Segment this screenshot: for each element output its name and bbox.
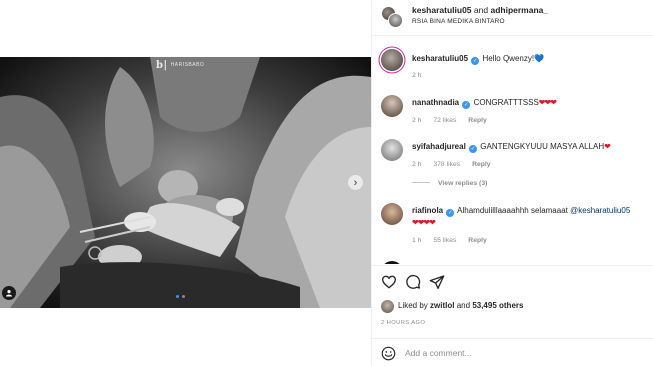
- person-tag-icon: [6, 290, 12, 297]
- heart-icon[interactable]: [381, 274, 397, 290]
- post-photo[interactable]: [0, 57, 371, 308]
- reply-button[interactable]: Reply: [472, 161, 491, 168]
- watermark-logo-glyph: b|: [156, 59, 168, 71]
- media-pane: b| HARISBABO ›: [0, 0, 371, 366]
- comment-time: 2 h: [412, 161, 422, 168]
- comment-meta: 2 h 72 likes Reply: [412, 117, 497, 124]
- comment-body: syifahadjureal ✓ GANTENGKYUUU MASYA ALLA…: [412, 141, 646, 153]
- avatar[interactable]: [381, 49, 403, 71]
- view-replies-label: View replies (3): [438, 180, 488, 187]
- carousel-dot: [182, 295, 185, 298]
- post-header: kesharatuliu05 and adhipermana_ RSIA BIN…: [372, 0, 653, 36]
- share-icon[interactable]: [429, 274, 445, 290]
- carousel-indicator: [176, 295, 185, 298]
- avatar[interactable]: [381, 203, 403, 225]
- view-replies-button[interactable]: View replies (3): [412, 180, 487, 187]
- reply-button[interactable]: Reply: [468, 117, 487, 124]
- comment-text: CONGRATTTSSS: [473, 98, 539, 107]
- avatar[interactable]: [381, 95, 403, 117]
- comment-meta: 2 h 378 likes Reply: [412, 161, 501, 168]
- red-hearts-emoji: ❤❤❤❤: [412, 218, 436, 227]
- comment-username[interactable]: riafinola: [412, 206, 443, 215]
- red-heart-emoji: ❤: [604, 142, 611, 151]
- tagged-people-button[interactable]: [2, 286, 16, 300]
- comment-input[interactable]: [405, 345, 625, 361]
- liked-by-user[interactable]: zwitlol: [430, 301, 454, 310]
- comment-body: kesharatuliu05 ✓ Hello Qwenzy!💙: [412, 53, 646, 65]
- likes-text[interactable]: Liked by zwitlol and 53,495 others: [398, 301, 523, 310]
- verified-icon: ✓: [469, 145, 478, 153]
- comment-time: 2 h: [412, 117, 422, 124]
- avatar[interactable]: [381, 261, 403, 264]
- post-actions-bar: [372, 265, 653, 297]
- comment-body: riafinola ✓ Alhamdulilllaaaahhh selamaaa…: [412, 205, 646, 228]
- comment-text: Alhamdulilllaaaahhh selamaaat: [457, 206, 568, 215]
- comment-time: 1 h: [412, 237, 422, 244]
- blue-heart-emoji: 💙: [534, 54, 545, 63]
- watermark-text: HARISBABO: [170, 62, 205, 68]
- comment-likes[interactable]: 55 likes: [433, 237, 456, 244]
- comment-text: Hello Qwenzy!: [482, 54, 535, 63]
- liked-by-and: and: [456, 301, 471, 310]
- verified-icon: ✓: [462, 101, 471, 109]
- comment-likes[interactable]: 378 likes: [433, 161, 460, 168]
- collab-usernames: kesharatuliu05 and adhipermana_: [412, 5, 548, 15]
- comment-body: nanathnadia ✓ CONGRATTTSSS❤❤❤: [412, 97, 646, 109]
- photographer-watermark: b| HARISBABO: [156, 59, 216, 71]
- replies-divider: [412, 182, 430, 183]
- comment-username[interactable]: nanathnadia: [412, 98, 459, 107]
- photo-image: [0, 57, 371, 308]
- carousel-dot-active: [176, 295, 179, 298]
- instagram-post-view: b| HARISBABO › kesharatuliu05 and adhipe…: [0, 0, 653, 366]
- add-comment-bar: [372, 338, 653, 366]
- comment-time: 2 h: [412, 72, 422, 79]
- mention-link[interactable]: @kesharatuliu05: [570, 206, 630, 215]
- username-link[interactable]: kesharatuliu05: [412, 5, 472, 15]
- post-timestamp[interactable]: 2 HOURS AGO: [381, 320, 425, 326]
- comment-username[interactable]: kesharatuliu05: [412, 54, 468, 63]
- avatar: [388, 13, 403, 28]
- post-details-panel: kesharatuliu05 and adhipermana_ RSIA BIN…: [371, 0, 653, 366]
- liked-by-prefix: Liked by: [398, 301, 428, 310]
- red-hearts-emoji: ❤❤❤: [538, 98, 557, 107]
- emoji-icon[interactable]: [381, 346, 396, 361]
- username-link[interactable]: adhipermana_: [490, 5, 548, 15]
- comment-likes[interactable]: 72 likes: [433, 117, 456, 124]
- verified-icon: ✓: [446, 209, 455, 217]
- collab-avatars[interactable]: [381, 6, 403, 28]
- comment-text: GANTENGKYUUU MASYA ALLAH: [480, 142, 605, 151]
- verified-icon: ✓: [471, 57, 480, 65]
- comments-list[interactable]: kesharatuliu05 ✓ Hello Qwenzy!💙 2 h nana…: [372, 37, 653, 264]
- avatar[interactable]: [381, 300, 394, 313]
- likes-count[interactable]: 53,495 others: [472, 301, 523, 310]
- collab-joiner: and: [473, 5, 489, 15]
- reply-button[interactable]: Reply: [468, 237, 487, 244]
- comment-username[interactable]: syifahadjureal: [412, 142, 466, 151]
- comment-meta: 2 h: [412, 72, 431, 79]
- location-link[interactable]: RSIA BINA MEDIKA BINTARO: [412, 18, 505, 25]
- avatar[interactable]: [381, 139, 403, 161]
- next-photo-button[interactable]: ›: [348, 175, 363, 190]
- comment-meta: 1 h 55 likes Reply: [412, 237, 497, 244]
- likes-summary: Liked by zwitlol and 53,495 others: [372, 297, 653, 315]
- chevron-right-icon: ›: [353, 176, 358, 189]
- comment-icon[interactable]: [405, 274, 421, 290]
